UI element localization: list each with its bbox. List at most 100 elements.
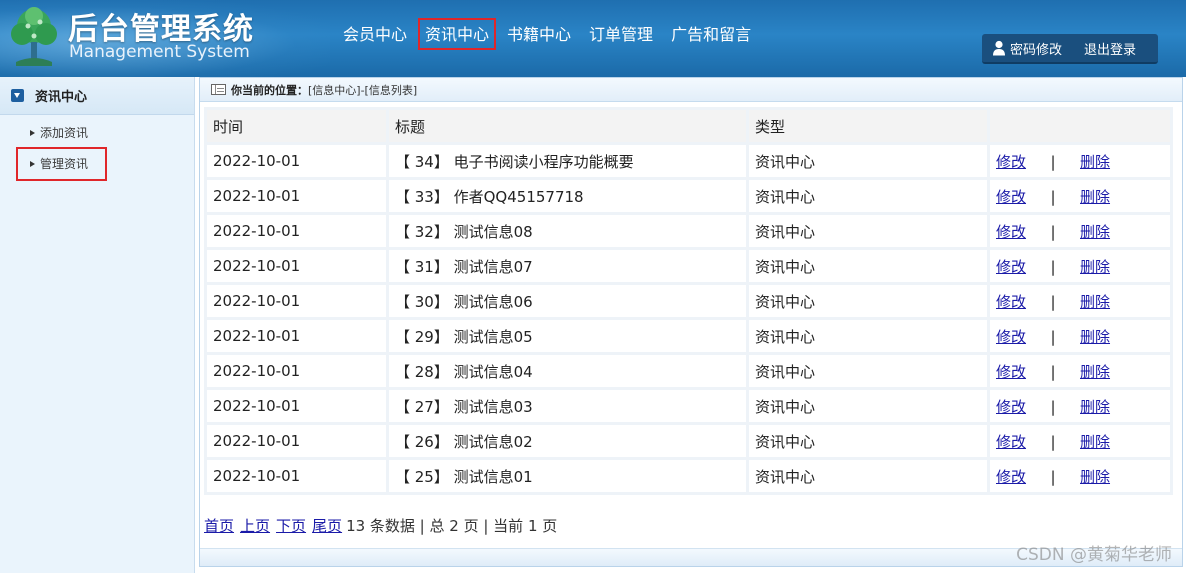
table-row: 2022-10-01 【 25】 测试信息01 资讯中心 修改 | 删除 — [207, 460, 1170, 492]
caret-right-icon — [30, 160, 35, 167]
edit-link[interactable]: 修改 — [996, 221, 1026, 242]
cell-actions: 修改 | 删除 — [990, 390, 1170, 422]
news-table-wrap: 时间 标题 类型 2022-10-01 【 34】 电子书阅读小程序功能概要 资讯中… — [204, 107, 1173, 495]
cell-actions: 修改 | 删除 — [990, 250, 1170, 282]
sidebar-header[interactable]: 资讯中心 — [0, 77, 194, 115]
cell-time: 2022-10-01 — [207, 355, 386, 387]
edit-link[interactable]: 修改 — [996, 396, 1026, 417]
edit-link[interactable]: 修改 — [996, 431, 1026, 452]
column-header-time: 时间 — [207, 110, 386, 142]
caret-right-icon — [30, 129, 35, 136]
cell-time: 2022-10-01 — [207, 320, 386, 352]
edit-link[interactable]: 修改 — [996, 466, 1026, 487]
cell-title: 【 27】 测试信息03 — [389, 390, 746, 422]
app-subtitle: Management System — [69, 42, 250, 62]
cell-time: 2022-10-01 — [207, 145, 386, 177]
pager-last-link[interactable]: 尾页 — [312, 515, 342, 536]
cell-type: 资讯中心 — [749, 145, 987, 177]
table-header-row: 时间 标题 类型 — [207, 110, 1170, 142]
cell-actions: 修改 | 删除 — [990, 215, 1170, 247]
edit-link[interactable]: 修改 — [996, 186, 1026, 207]
sidebar-item-label: 添加资讯 — [40, 126, 89, 140]
table-row: 2022-10-01 【 27】 测试信息03 资讯中心 修改 | 删除 — [207, 390, 1170, 422]
watermark: CSDN @黄菊华老师 — [1016, 545, 1172, 565]
cell-actions: 修改 | 删除 — [990, 355, 1170, 387]
delete-link[interactable]: 删除 — [1080, 363, 1110, 381]
cell-title: 【 31】 测试信息07 — [389, 250, 746, 282]
sidebar-title: 资讯中心 — [35, 90, 88, 105]
nav-member-center[interactable]: 会员中心 — [336, 18, 414, 50]
action-separator: | — [1050, 257, 1056, 276]
table-row: 2022-10-01 【 26】 测试信息02 资讯中心 修改 | 删除 — [207, 425, 1170, 457]
breadcrumb-path: [信息中心]-[信息列表] — [308, 83, 418, 97]
action-separator: | — [1050, 292, 1056, 311]
cell-type: 资讯中心 — [749, 425, 987, 457]
edit-link[interactable]: 修改 — [996, 151, 1026, 172]
user-icon — [993, 40, 1005, 56]
delete-link[interactable]: 删除 — [1080, 293, 1110, 311]
cell-actions: 修改 | 删除 — [990, 460, 1170, 492]
pager-prev-link[interactable]: 上页 — [240, 515, 270, 536]
nav-ads-messages[interactable]: 广告和留言 — [664, 18, 758, 50]
cell-time: 2022-10-01 — [207, 460, 386, 492]
cell-title: 【 30】 测试信息06 — [389, 285, 746, 317]
table-row: 2022-10-01 【 28】 测试信息04 资讯中心 修改 | 删除 — [207, 355, 1170, 387]
cell-actions: 修改 | 删除 — [990, 320, 1170, 352]
cell-actions: 修改 | 删除 — [990, 145, 1170, 177]
table-body: 2022-10-01 【 34】 电子书阅读小程序功能概要 资讯中心 修改 | 删除 202… — [207, 145, 1170, 492]
cell-time: 2022-10-01 — [207, 250, 386, 282]
cell-type: 资讯中心 — [749, 320, 987, 352]
cell-type: 资讯中心 — [749, 460, 987, 492]
cell-title: 【 32】 测试信息08 — [389, 215, 746, 247]
nav-order-management[interactable]: 订单管理 — [582, 18, 660, 50]
cell-type: 资讯中心 — [749, 390, 987, 422]
tree-logo-icon — [11, 7, 57, 66]
cell-actions: 修改 | 删除 — [990, 285, 1170, 317]
edit-link[interactable]: 修改 — [996, 256, 1026, 277]
action-separator: | — [1050, 432, 1056, 451]
logout-link[interactable]: 退出登录 — [1084, 39, 1136, 58]
sidebar: 资讯中心 添加资讯 管理资讯 — [0, 77, 195, 573]
action-separator: | — [1050, 187, 1056, 206]
table-row: 2022-10-01 【 33】 作者QQ45157718 资讯中心 修改 | 删除 — [207, 180, 1170, 212]
cell-actions: 修改 | 删除 — [990, 180, 1170, 212]
cell-type: 资讯中心 — [749, 355, 987, 387]
sidebar-item-manage-news[interactable]: 管理资讯 — [30, 155, 88, 172]
nav-news-center[interactable]: 资讯中心 — [418, 18, 497, 50]
pager-next-link[interactable]: 下页 — [276, 515, 306, 536]
delete-link[interactable]: 删除 — [1080, 398, 1110, 416]
action-separator: | — [1050, 327, 1056, 346]
edit-link[interactable]: 修改 — [996, 291, 1026, 312]
pagination: 首页 上页 下页 尾页 13 条数据 | 总 2 页 | 当前 1 页 — [204, 515, 557, 536]
column-header-actions — [990, 110, 1170, 142]
cell-title: 【 25】 测试信息01 — [389, 460, 746, 492]
sidebar-item-add-news[interactable]: 添加资讯 — [30, 124, 88, 141]
edit-link[interactable]: 修改 — [996, 361, 1026, 382]
table-row: 2022-10-01 【 34】 电子书阅读小程序功能概要 资讯中心 修改 | 删除 — [207, 145, 1170, 177]
edit-link[interactable]: 修改 — [996, 326, 1026, 347]
delete-link[interactable]: 删除 — [1080, 188, 1110, 206]
breadcrumb-label: 你当前的位置： — [231, 83, 308, 97]
change-password-link[interactable]: 密码修改 — [1010, 39, 1062, 58]
top-nav: 会员中心 资讯中心 书籍中心 订单管理 广告和留言 — [336, 18, 762, 50]
delete-link[interactable]: 删除 — [1080, 258, 1110, 276]
delete-link[interactable]: 删除 — [1080, 433, 1110, 451]
cell-type: 资讯中心 — [749, 180, 987, 212]
chevron-down-icon — [11, 89, 24, 102]
delete-link[interactable]: 删除 — [1080, 328, 1110, 346]
action-separator: | — [1050, 362, 1056, 381]
cell-type: 资讯中心 — [749, 215, 987, 247]
pager-first-link[interactable]: 首页 — [204, 515, 234, 536]
delete-link[interactable]: 删除 — [1080, 223, 1110, 241]
list-icon — [211, 84, 226, 95]
cell-type: 资讯中心 — [749, 285, 987, 317]
cell-time: 2022-10-01 — [207, 285, 386, 317]
cell-time: 2022-10-01 — [207, 180, 386, 212]
delete-link[interactable]: 删除 — [1080, 153, 1110, 171]
action-separator: | — [1050, 222, 1056, 241]
cell-time: 2022-10-01 — [207, 425, 386, 457]
delete-link[interactable]: 删除 — [1080, 468, 1110, 486]
nav-book-center[interactable]: 书籍中心 — [500, 18, 578, 50]
cell-title: 【 26】 测试信息02 — [389, 425, 746, 457]
cell-type: 资讯中心 — [749, 250, 987, 282]
